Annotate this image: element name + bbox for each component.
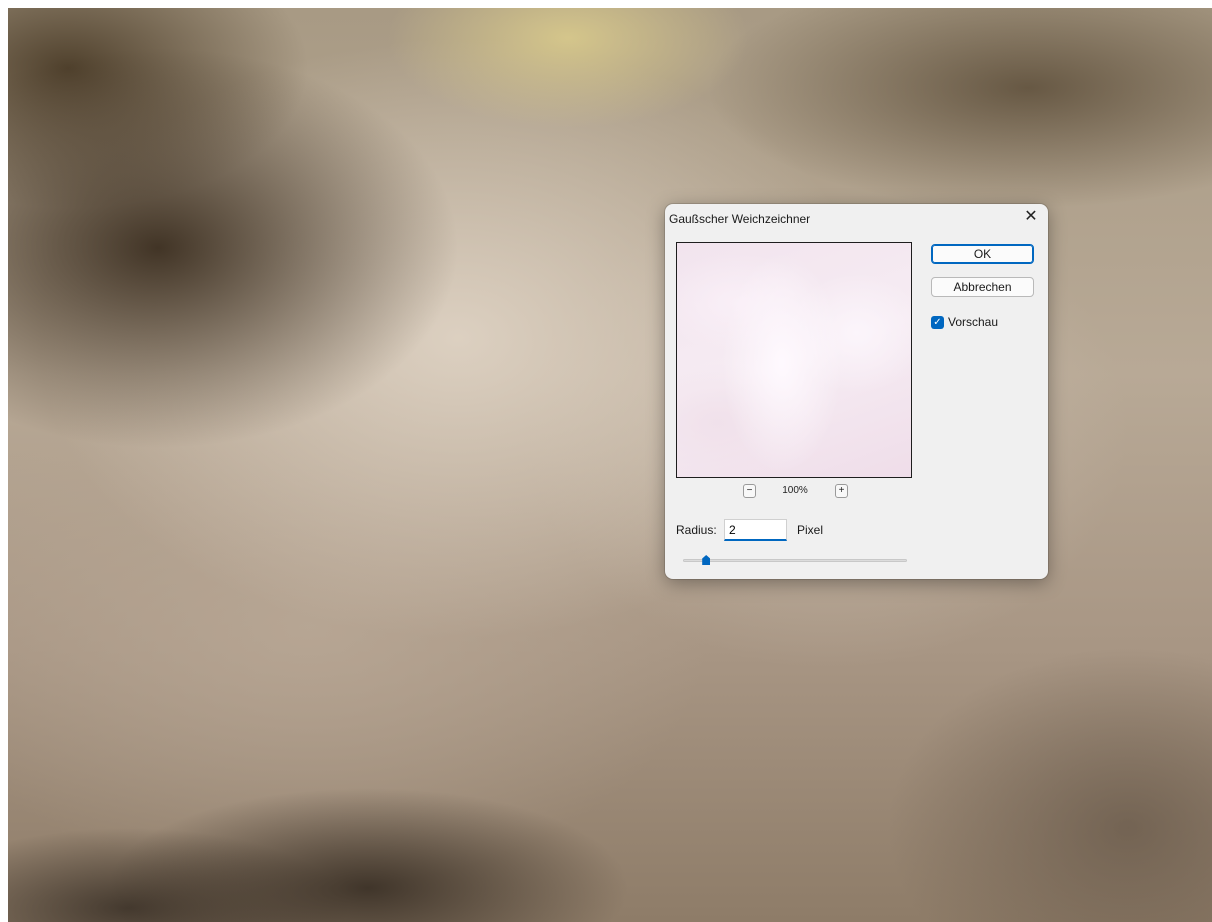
radius-slider-thumb[interactable] (702, 555, 711, 565)
image-canvas: Gaußscher Weichzeichner ✕ − 100% + OK Ab… (8, 8, 1212, 922)
checkmark-icon[interactable]: ✓ (931, 315, 944, 329)
close-icon[interactable]: ✕ (1022, 208, 1040, 226)
ok-button[interactable]: OK (931, 244, 1034, 264)
radius-slider[interactable] (683, 555, 907, 565)
radius-label: Radius: (676, 523, 717, 537)
preview-checkbox-row[interactable]: ✓ Vorschau (931, 314, 998, 330)
preview-checkbox-label: Vorschau (948, 315, 999, 329)
zoom-controls: − 100% + (743, 484, 848, 500)
cancel-button[interactable]: Abbrechen (931, 277, 1034, 297)
zoom-out-icon[interactable]: − (743, 484, 756, 498)
dialog-title: Gaußscher Weichzeichner (669, 212, 811, 226)
radius-input[interactable] (724, 519, 787, 541)
preview-image[interactable] (676, 242, 912, 478)
zoom-in-icon[interactable]: + (835, 484, 848, 498)
zoom-level: 100% (782, 485, 808, 496)
radius-unit-label: Pixel (797, 523, 824, 537)
gaussian-blur-dialog: Gaußscher Weichzeichner ✕ − 100% + OK Ab… (665, 204, 1048, 579)
